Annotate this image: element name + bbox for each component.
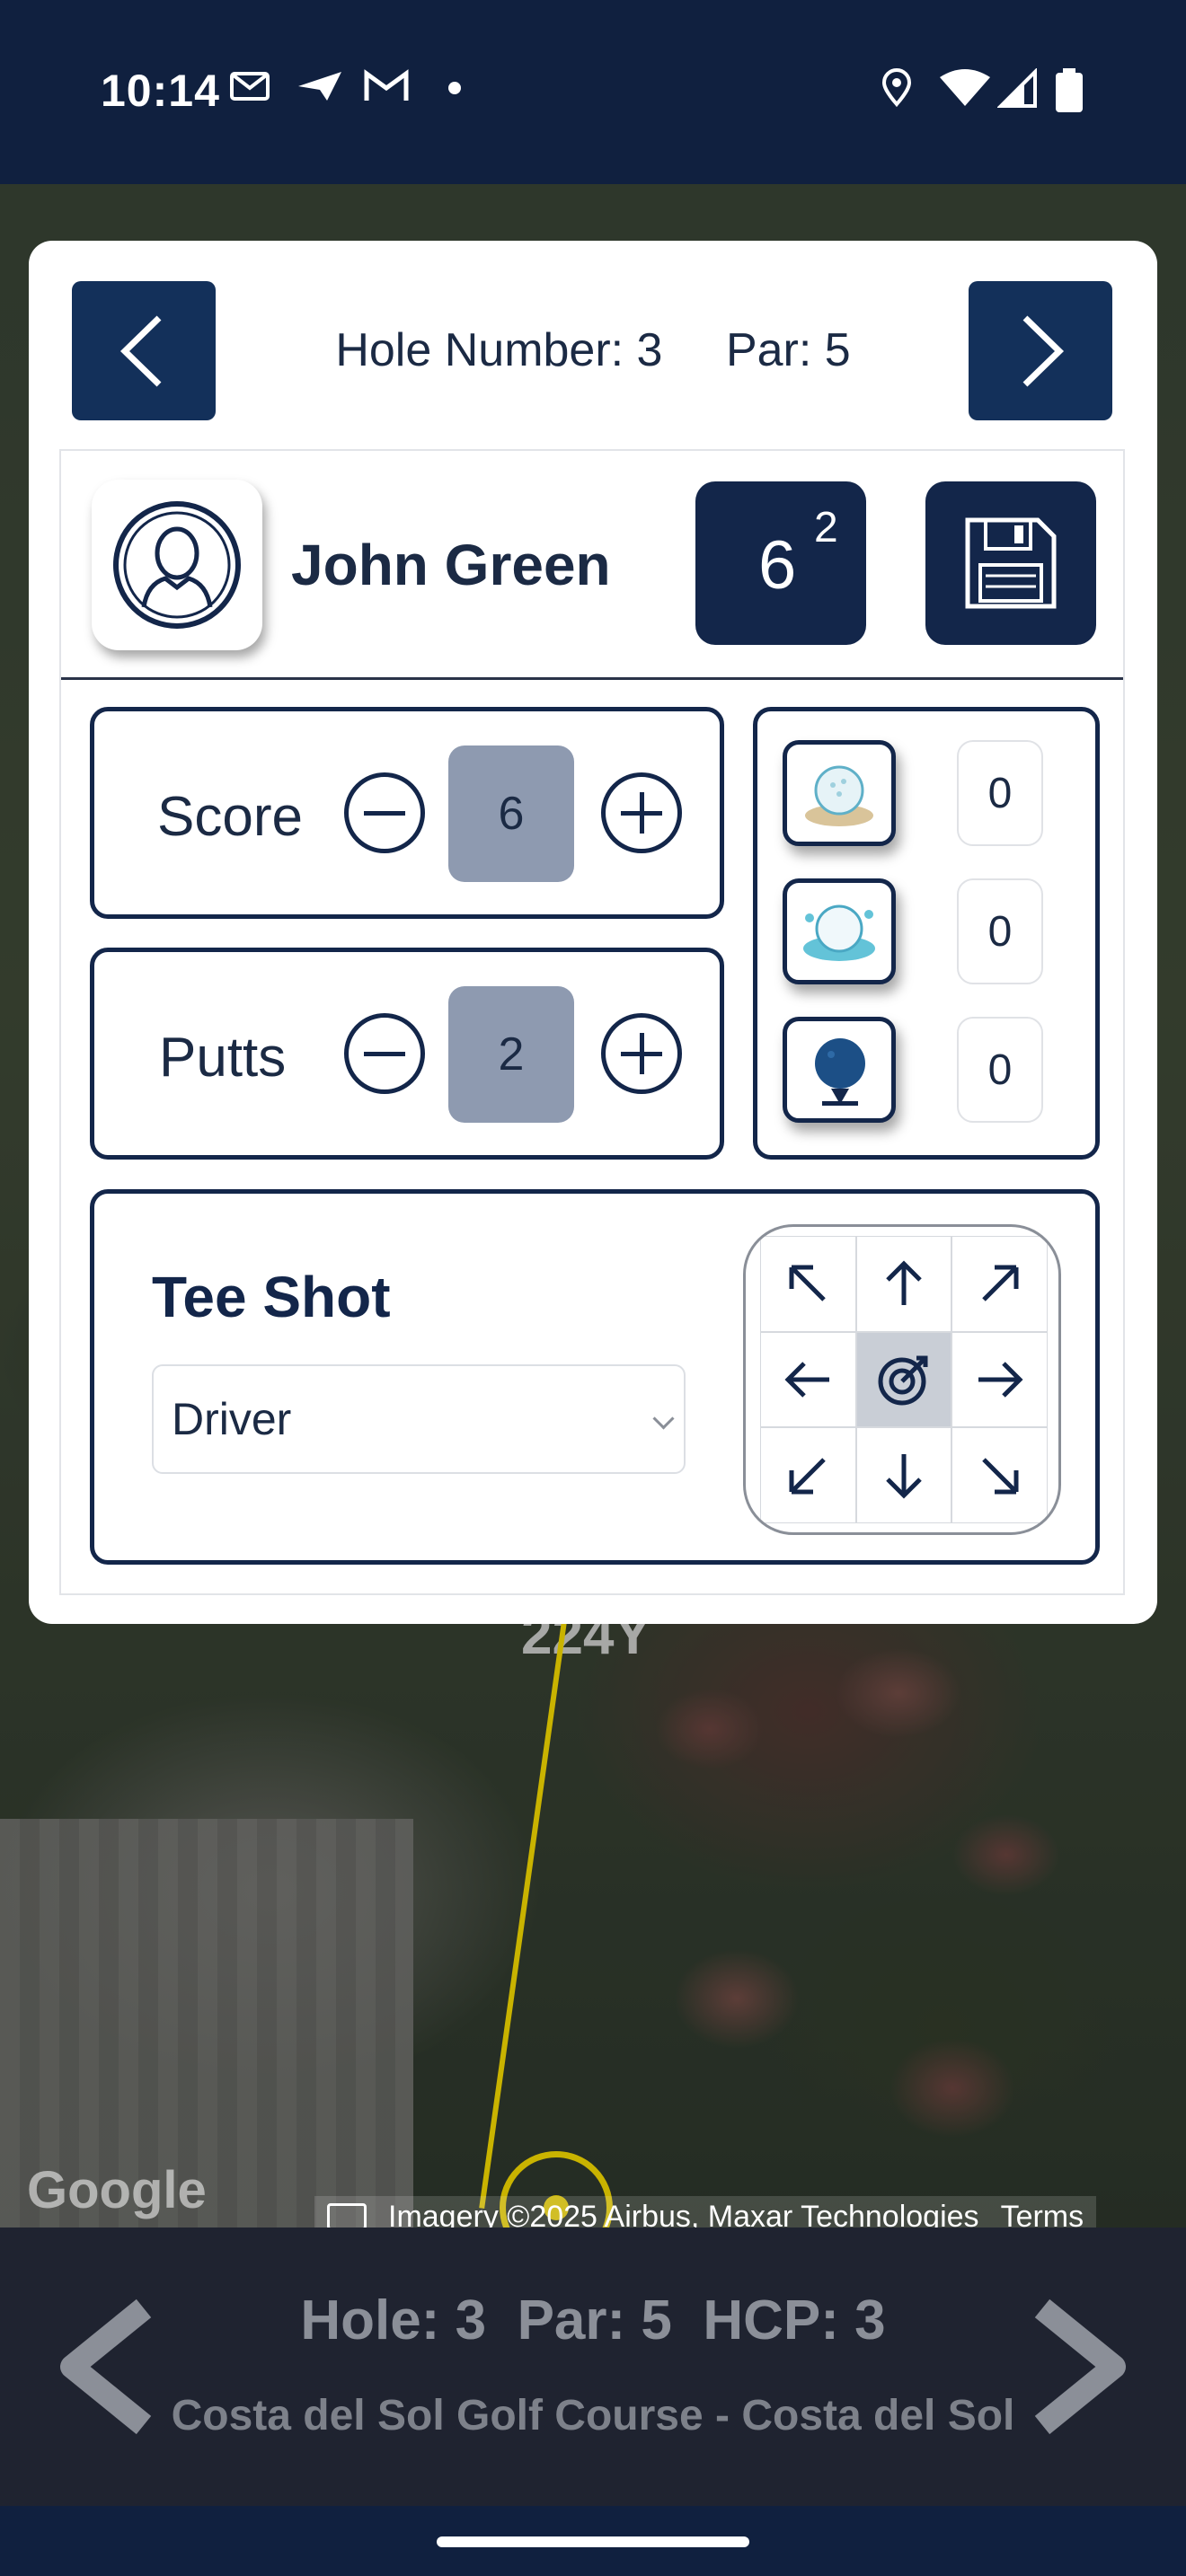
navigation-bar — [0, 2506, 1186, 2576]
direction-up[interactable] — [855, 1236, 952, 1332]
water-hazard-button[interactable] — [783, 878, 896, 984]
keyboard-icon[interactable] — [327, 2203, 367, 2228]
arrow-up-left-icon — [789, 1265, 827, 1302]
golf-ball-water-icon — [803, 904, 875, 961]
score-counter: Score 6 — [90, 707, 724, 919]
direction-right[interactable] — [951, 1331, 1048, 1428]
hole-info-bar: Hole: 3 Par: 5 HCP: 3 Costa del Sol Golf… — [0, 2228, 1186, 2506]
player-row: John Green 6 2 — [61, 451, 1123, 680]
putts-counter: Putts 2 — [90, 948, 724, 1160]
course-name: Costa del Sol Golf Course - Costa del So… — [171, 2392, 1015, 2439]
player-name: John Green — [291, 533, 611, 597]
arrow-down-left-icon — [789, 1457, 827, 1495]
previous-hole-button[interactable] — [72, 281, 216, 420]
arrow-right-icon — [978, 1362, 1023, 1398]
direction-up-right[interactable] — [951, 1236, 1048, 1332]
putts-decrement-button[interactable] — [344, 1013, 425, 1094]
signal-icon — [997, 68, 1037, 108]
putts-increment-button[interactable] — [601, 1013, 682, 1094]
putts-value: 2 — [448, 986, 574, 1123]
direction-down-left[interactable] — [760, 1427, 856, 1523]
par-label: Par: 5 — [725, 324, 851, 376]
hazard-stats: 0 0 0 — [753, 707, 1100, 1160]
club-select-value: Driver — [172, 1394, 292, 1444]
battery-icon — [1056, 68, 1083, 112]
home-gesture-pill[interactable] — [437, 2536, 749, 2547]
putts-label: Putts — [159, 1027, 287, 1089]
tee-shot-section: Tee Shot Driver — [90, 1189, 1100, 1565]
badge-putts: 2 — [814, 504, 838, 551]
golf-ball-sand-icon — [805, 765, 873, 826]
direction-down-right[interactable] — [951, 1427, 1048, 1523]
golf-ball-tee-icon — [815, 1038, 865, 1106]
person-sketch-icon — [113, 501, 241, 629]
chevron-left-icon — [119, 314, 162, 387]
location-icon — [881, 68, 912, 108]
arrow-down-icon — [886, 1453, 922, 1499]
tee-shot-direction-grid — [743, 1224, 1061, 1535]
sand-shots-value[interactable]: 0 — [957, 740, 1043, 846]
chevron-down-icon — [652, 1407, 675, 1430]
tee-penalty-button[interactable] — [783, 1017, 896, 1123]
arrow-down-right-icon — [981, 1457, 1019, 1495]
next-hole-button[interactable] — [969, 281, 1112, 420]
status-bar: 10:14 — [0, 0, 1186, 184]
chevron-right-icon — [1022, 314, 1065, 387]
save-button[interactable] — [925, 481, 1096, 645]
score-label: Score — [157, 786, 303, 848]
score-increment-button[interactable] — [601, 772, 682, 853]
badge-score: 6 — [758, 527, 797, 604]
status-time: 10:14 — [101, 66, 220, 116]
sand-shots-button[interactable] — [783, 740, 896, 846]
arrow-up-right-icon — [981, 1265, 1019, 1302]
next-hole-arrow-icon[interactable] — [1015, 2290, 1141, 2443]
map-attribution: Imagery ©2025 Airbus, Maxar Technologies… — [314, 2196, 1097, 2228]
score-entry-modal: Hole Number: 3 Par: 5 John Green 6 2 Sco… — [29, 241, 1157, 1624]
player-avatar — [92, 480, 262, 650]
direction-up-left[interactable] — [760, 1236, 856, 1332]
mail-icon — [230, 72, 270, 101]
send-icon — [298, 72, 341, 101]
player-score-panel: John Green 6 2 Score 6 Putts 2 0 0 0 Tee… — [59, 449, 1125, 1595]
target-icon — [878, 1355, 928, 1406]
wifi-icon — [940, 69, 990, 106]
floppy-disk-icon — [965, 517, 1057, 609]
hole-header: Hole Number: 3 Par: 5 — [208, 323, 978, 377]
hole-info-text: Hole: 3 Par: 5 HCP: 3 — [300, 2289, 886, 2351]
direction-left[interactable] — [760, 1331, 856, 1428]
score-decrement-button[interactable] — [344, 772, 425, 853]
score-value: 6 — [448, 745, 574, 882]
tee-shot-title: Tee Shot — [152, 1265, 391, 1329]
water-hazard-value[interactable]: 0 — [957, 878, 1043, 984]
hole-number-label: Hole Number: 3 — [335, 324, 663, 376]
gmail-icon — [364, 69, 409, 101]
arrow-up-icon — [886, 1260, 922, 1306]
direction-down[interactable] — [855, 1427, 952, 1523]
tee-penalty-value[interactable]: 0 — [957, 1017, 1043, 1123]
direction-center[interactable] — [855, 1331, 952, 1428]
dot-icon — [448, 82, 461, 94]
score-putts-badge: 6 2 — [695, 481, 866, 645]
club-select[interactable]: Driver — [152, 1364, 686, 1474]
attribution-text: Imagery ©2025 Airbus, Maxar Technologies — [388, 2200, 979, 2228]
terms-link[interactable]: Terms — [1001, 2196, 1084, 2228]
arrow-left-icon — [784, 1362, 830, 1398]
google-logo: Google — [27, 2161, 207, 2219]
